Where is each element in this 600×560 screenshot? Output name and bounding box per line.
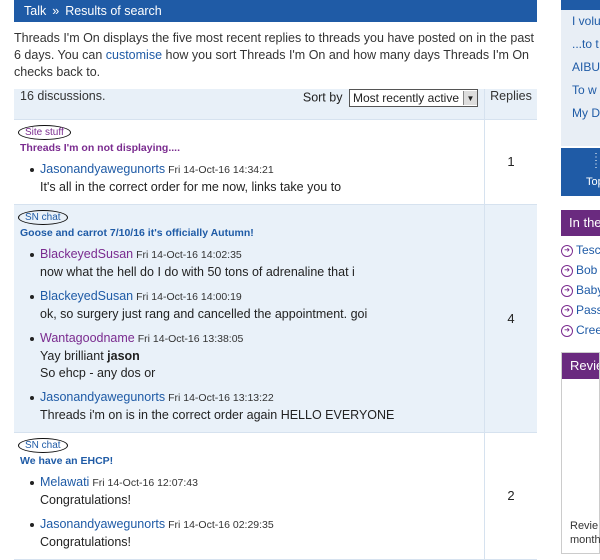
thread-content: Site stuff Threads I'm on not displaying… [14, 119, 485, 204]
thread-title-link[interactable]: We have an EHCP! [20, 455, 478, 467]
post-timestamp: Fri 14-Oct-16 13:13:22 [168, 391, 274, 404]
discussions-table: 16 discussions. Sort by Most recently ac… [14, 89, 537, 560]
review-footer-line2: month [570, 534, 600, 546]
thread-title-link[interactable]: Threads I'm on not displaying.... [20, 142, 478, 154]
post-item: Jasonandyawegunorts Fri 14-Oct-16 02:29:3… [30, 517, 478, 551]
news-item[interactable]: ➜ Tesc [561, 240, 600, 260]
thread-row: Site stuff Threads I'm on not displaying… [14, 119, 537, 204]
sidebar-links-box: I volu ...to t AIBU To w My D [561, 0, 600, 146]
topic-tag[interactable]: SN chat [18, 209, 68, 225]
news-item-label: Pass [576, 303, 600, 317]
post-item: Wantagoodname Fri 14-Oct-16 13:38:05 Yay … [30, 331, 478, 382]
post-author-link[interactable]: Jasonandyawegunorts [40, 162, 165, 176]
intro-text: Threads I'm On displays the five most re… [14, 22, 537, 81]
sidebar-link[interactable]: ...to t [561, 33, 600, 56]
sidebar-link[interactable]: To w [561, 79, 600, 102]
news-item-label: Baby [576, 283, 600, 297]
post-author-link[interactable]: Jasonandyawegunorts [40, 517, 165, 531]
post-timestamp: Fri 14-Oct-16 14:00:19 [136, 290, 242, 303]
topic-tag[interactable]: SN chat [18, 437, 68, 453]
main-column: Talk » Results of search Threads I'm On … [14, 0, 537, 560]
post-snippet[interactable]: now what the hell do I do with 50 tons o… [40, 264, 478, 281]
snippet-bold-text: jason [107, 348, 140, 363]
thread-row: SN chat Goose and carrot 7/10/16 it's of… [14, 204, 537, 432]
post-author-link[interactable]: Wantagoodname [40, 331, 135, 345]
sort-select-value: Most recently active [352, 91, 459, 105]
post-timestamp: Fri 14-Oct-16 02:29:35 [168, 518, 274, 531]
news-item-label: Cree [576, 323, 600, 337]
news-item-label: Tesc [576, 243, 600, 257]
snippet-text-line2: So ehcp - any dos or [40, 365, 156, 380]
post-snippet[interactable]: Threads i'm on is in the correct order a… [40, 407, 478, 424]
snippet-text: Yay brilliant [40, 348, 108, 363]
post-list: Melawati Fri 14-Oct-16 12:07:43 Congratul… [20, 475, 478, 551]
reply-count: 2 [484, 432, 537, 559]
in-the-news-header: In the [561, 210, 600, 236]
news-item-label: Bob [576, 263, 598, 277]
post-author-link[interactable]: BlackeyedSusan [40, 289, 133, 303]
arrow-circle-icon: ➜ [561, 244, 573, 257]
arrow-circle-icon: ➜ [561, 324, 573, 337]
top-button-label: Top [586, 176, 600, 188]
thread-row: SN chat We have an EHCP! Melawati Fri 14-… [14, 432, 537, 559]
breadcrumb-talk-link[interactable]: Talk [24, 4, 46, 18]
news-item[interactable]: ➜ Bob [561, 260, 600, 280]
post-author-link[interactable]: BlackeyedSusan [40, 247, 133, 261]
post-snippet[interactable]: Congratulations! [40, 492, 478, 509]
post-snippet[interactable]: Yay brilliant jason So ehcp - any dos or [40, 348, 478, 382]
news-item[interactable]: ➜Baby [561, 280, 600, 300]
post-author-link[interactable]: Melawati [40, 475, 89, 489]
post-timestamp: Fri 14-Oct-16 14:34:21 [168, 163, 274, 176]
sort-control: Sort by Most recently active ▼ [171, 89, 485, 120]
topic-tag[interactable]: Site stuff [18, 124, 71, 140]
post-snippet[interactable]: ok, so surgery just rang and cancelled t… [40, 306, 478, 323]
sidebar-box-header [561, 0, 600, 10]
sort-select[interactable]: Most recently active ▼ [348, 89, 478, 107]
sort-label: Sort by [302, 90, 343, 105]
sidebar-link[interactable]: I volu [561, 10, 600, 33]
dots-icon: ⋮ ⋮ [591, 152, 600, 170]
arrow-circle-icon: ➜ [561, 284, 573, 297]
review-footer-line1: Revie [570, 520, 599, 532]
discussion-count: 16 discussions. [14, 89, 172, 120]
post-item: Melawati Fri 14-Oct-16 12:07:43 Congratul… [30, 475, 478, 509]
review-header: Revie [562, 353, 599, 379]
review-box: Revie Revie month [561, 352, 600, 554]
sidebar-link[interactable]: My D [561, 102, 600, 125]
news-item[interactable]: ➜ Pass [561, 300, 600, 320]
post-item: Jasonandyawegunorts Fri 14-Oct-16 14:34:2… [30, 162, 478, 196]
post-timestamp: Fri 14-Oct-16 14:02:35 [136, 248, 242, 261]
thread-content: SN chat Goose and carrot 7/10/16 it's of… [14, 204, 485, 432]
right-sidebar: I volu ...to t AIBU To w My D ⋮⋮ Top In … [561, 0, 600, 555]
thread-title-link[interactable]: Goose and carrot 7/10/16 it's officially… [20, 227, 478, 239]
post-timestamp: Fri 14-Oct-16 12:07:43 [92, 476, 198, 489]
thread-content: SN chat We have an EHCP! Melawati Fri 14-… [14, 432, 485, 559]
post-list: Jasonandyawegunorts Fri 14-Oct-16 14:34:2… [20, 162, 478, 196]
replies-header: Replies [484, 89, 537, 120]
top-button[interactable]: ⋮⋮ Top [561, 148, 600, 196]
post-author-link[interactable]: Jasonandyawegunorts [40, 390, 165, 404]
breadcrumb-separator: » [52, 4, 60, 18]
reply-count: 1 [484, 119, 537, 204]
review-footer: Revie month [570, 519, 600, 547]
post-item: BlackeyedSusan Fri 14-Oct-16 14:00:19 ok,… [30, 289, 478, 323]
sidebar-link[interactable]: AIBU [561, 56, 600, 79]
news-item[interactable]: ➜ Cree [561, 320, 600, 340]
post-snippet[interactable]: It's all in the correct order for me now… [40, 179, 478, 196]
breadcrumb: Talk » Results of search [14, 0, 537, 22]
in-the-news-list: ➜Tesc ➜Bob ➜Baby ➜Pass ➜Cree [561, 236, 600, 340]
post-item: Jasonandyawegunorts Fri 14-Oct-16 13:13:2… [30, 390, 478, 424]
post-item: BlackeyedSusan Fri 14-Oct-16 14:02:35 now… [30, 247, 478, 281]
reply-count: 4 [484, 204, 537, 432]
post-list: BlackeyedSusan Fri 14-Oct-16 14:02:35 now… [20, 247, 478, 424]
customise-link[interactable]: customise [106, 48, 162, 62]
arrow-circle-icon: ➜ [561, 264, 573, 277]
breadcrumb-current: Results of search [65, 4, 162, 18]
arrow-circle-icon: ➜ [561, 304, 573, 317]
dropdown-arrow-icon[interactable]: ▼ [463, 91, 477, 105]
post-snippet[interactable]: Congratulations! [40, 534, 478, 551]
post-timestamp: Fri 14-Oct-16 13:38:05 [137, 332, 244, 345]
table-header: 16 discussions. Sort by Most recently ac… [14, 89, 537, 120]
